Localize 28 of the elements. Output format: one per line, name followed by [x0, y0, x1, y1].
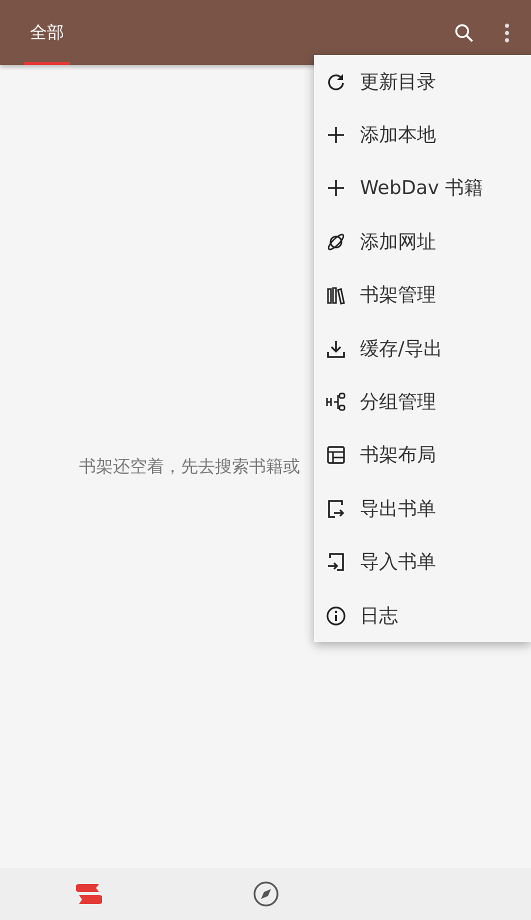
menu-item[interactable]: 更新目录 — [314, 55, 531, 108]
tab[interactable]: 全部 — [24, 0, 70, 65]
books-icon — [326, 285, 346, 306]
refresh-icon — [326, 72, 346, 92]
menu-item[interactable]: 日志 — [314, 588, 531, 642]
bookshelf-icon[interactable] — [76, 882, 102, 906]
compass-icon[interactable] — [252, 881, 278, 907]
info-icon — [326, 606, 346, 626]
menu-item[interactable]: 书架布局 — [314, 428, 531, 482]
menu-item[interactable]: 导出书单 — [314, 482, 531, 536]
import-icon — [326, 552, 346, 572]
menu-item[interactable]: 分组管理 — [314, 375, 531, 429]
menu-item[interactable]: WebDav 书籍 — [314, 162, 531, 216]
menu-item[interactable]: 书架管理 — [314, 268, 531, 322]
more-icon[interactable] — [504, 22, 510, 42]
empty-message: 书架还空着，先去搜索书籍或 — [79, 456, 300, 478]
menu-item[interactable]: 添加网址 — [314, 215, 531, 269]
menu-item[interactable]: 添加本地 — [314, 108, 531, 162]
menu-item[interactable]: 导入书单 — [314, 536, 531, 589]
plus-icon — [326, 178, 346, 198]
layout-icon — [326, 445, 346, 466]
menu-item[interactable]: 缓存/导出 — [314, 322, 531, 376]
planet-icon — [326, 232, 346, 252]
search-icon[interactable] — [453, 22, 475, 44]
plus-icon — [326, 125, 346, 146]
group-icon — [326, 392, 346, 412]
download-icon — [326, 338, 346, 359]
export-icon — [326, 498, 346, 519]
